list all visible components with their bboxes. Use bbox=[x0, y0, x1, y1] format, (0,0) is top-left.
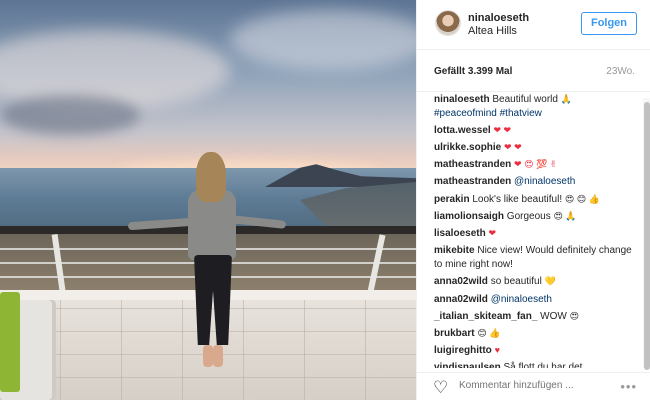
comment-username[interactable]: anna02wild bbox=[434, 294, 488, 305]
photo-person-head bbox=[196, 152, 226, 202]
caption-text: Beautiful world bbox=[492, 93, 558, 105]
comment-row: perakin Look's like beautiful! 😍 😊 👍 bbox=[434, 193, 637, 208]
comment-row: vindisnaulsen Så flott du har det bbox=[434, 361, 637, 368]
comment-username[interactable]: liamolionsaigh bbox=[434, 211, 504, 222]
comment-text: WOW bbox=[540, 310, 567, 322]
comment-row: liamolionsaigh Gorgeous 😍 🙏 bbox=[434, 210, 637, 225]
comment-row: luigireghitto ♥ bbox=[434, 344, 637, 359]
post-username[interactable]: ninaloeseth bbox=[468, 12, 529, 24]
comment-emoji-icon: ❤ ❤ bbox=[504, 142, 522, 153]
comment-emoji-icon: ❤ ❤ bbox=[493, 125, 512, 136]
comment-emoji-icon: ❤ 😍 💯 ✌ bbox=[514, 159, 558, 170]
comment-emoji-icon: 😍 bbox=[569, 310, 579, 321]
pray-emoji-icon: 🙏 bbox=[560, 93, 572, 104]
photo-cushion bbox=[0, 292, 20, 392]
avatar[interactable] bbox=[435, 10, 461, 36]
heart-outline-icon[interactable]: ♡ bbox=[433, 379, 451, 396]
comment-username[interactable]: lotta.wessel bbox=[434, 125, 491, 136]
comment-mention[interactable]: @ninaloeseth bbox=[491, 294, 552, 305]
comment-emoji-icon: 😍 😊 👍 bbox=[564, 193, 600, 204]
comment-username[interactable]: _italian_skiteam_fan_ bbox=[434, 311, 537, 322]
photo-person-foot bbox=[203, 345, 213, 367]
post-stats: Gefällt 3.399 Mal 23Wo. bbox=[417, 58, 650, 92]
comment-emoji-icon: 😊 👍 bbox=[477, 327, 501, 338]
comment-username[interactable]: mikebite bbox=[434, 245, 475, 256]
ellipsis-icon[interactable]: ••• bbox=[620, 379, 637, 394]
follow-button[interactable]: Folgen bbox=[581, 12, 637, 35]
comment-username[interactable]: vindisnaulsen bbox=[434, 362, 501, 368]
post-side-panel: ninaloeseth Altea Hills Folgen Gefällt 3… bbox=[416, 0, 650, 400]
comment-row: matheastranden @ninaloeseth bbox=[434, 175, 637, 190]
comment-text: so beautiful bbox=[490, 276, 542, 288]
photo-cloud bbox=[0, 95, 140, 135]
comment-row: matheastranden ❤ 😍 💯 ✌ bbox=[434, 158, 637, 173]
caption-username[interactable]: ninaloeseth bbox=[434, 94, 490, 105]
comment-row: anna02wild so beautiful 💛 bbox=[434, 275, 637, 290]
post-photo[interactable] bbox=[0, 0, 416, 400]
comment-text: Look's like beautiful! bbox=[472, 193, 563, 205]
comment-username[interactable]: perakin bbox=[434, 194, 470, 205]
comment-emoji-icon: ❤ bbox=[488, 227, 497, 238]
post-age[interactable]: 23Wo. bbox=[606, 66, 635, 77]
comment-row: mikebite Nice view! Would definitely cha… bbox=[434, 244, 637, 273]
comment-username[interactable]: brukbart bbox=[434, 328, 475, 339]
comment-username[interactable]: matheastranden bbox=[434, 159, 511, 170]
comment-row: anna02wild @ninaloeseth bbox=[434, 293, 637, 308]
likes-count[interactable]: Gefällt 3.399 Mal bbox=[434, 66, 512, 77]
comment-row: brukbart 😊 👍 bbox=[434, 327, 637, 342]
comment-row: ulrikke.sophie ❤ ❤ bbox=[434, 141, 637, 156]
comment-emoji-icon: 😍 🙏 bbox=[553, 210, 577, 221]
comments-list[interactable]: ninaloeseth Beautiful world 🙏 #peaceofmi… bbox=[417, 90, 643, 368]
caption: ninaloeseth Beautiful world 🙏 #peaceofmi… bbox=[434, 93, 637, 122]
comment-emoji-icon: 💛 bbox=[544, 276, 556, 287]
photo-person-foot bbox=[213, 345, 223, 367]
comments-scrollbar-thumb[interactable] bbox=[644, 102, 650, 370]
comment-composer: ♡ ••• bbox=[417, 372, 650, 400]
comment-mention[interactable]: @ninaloeseth bbox=[514, 176, 575, 187]
comment-row: _italian_skiteam_fan_ WOW 😍 bbox=[434, 310, 637, 325]
comment-text: Gorgeous bbox=[506, 210, 551, 222]
photo-cloud bbox=[230, 10, 416, 70]
comment-emoji-icon: ♥ bbox=[494, 344, 500, 355]
caption-hashtags[interactable]: #peaceofmind #thatview bbox=[434, 108, 542, 119]
post-location[interactable]: Altea Hills bbox=[468, 25, 517, 37]
comment-row: lisaloeseth ❤ bbox=[434, 227, 637, 242]
comment-text: Så flott du har det bbox=[503, 361, 583, 368]
comment-username[interactable]: matheastranden bbox=[434, 176, 511, 187]
comment-username[interactable]: ulrikke.sophie bbox=[434, 142, 501, 153]
comment-username[interactable]: anna02wild bbox=[434, 276, 488, 287]
comment-username[interactable]: luigireghitto bbox=[434, 345, 492, 356]
comment-row: lotta.wessel ❤ ❤ bbox=[434, 124, 637, 139]
comment-username[interactable]: lisaloeseth bbox=[434, 228, 486, 239]
post-header: ninaloeseth Altea Hills Folgen bbox=[417, 0, 650, 50]
add-comment-input[interactable] bbox=[459, 380, 589, 391]
